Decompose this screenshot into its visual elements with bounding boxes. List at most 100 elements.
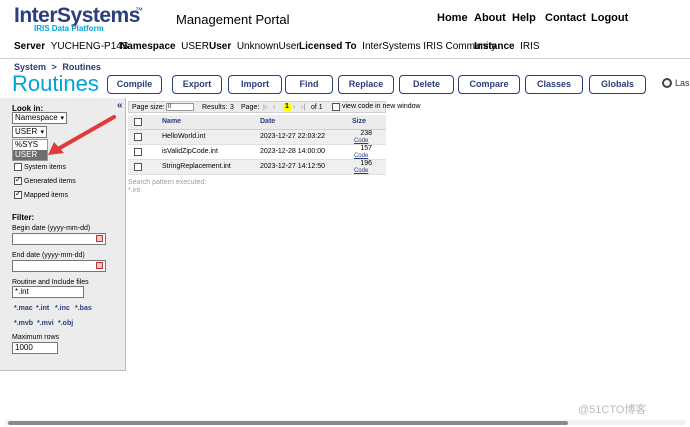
filter-label: Filter:: [12, 213, 35, 222]
routine-name: StringReplacement.int: [162, 159, 260, 175]
search-pattern-note: Search pattern executed: *.int: [128, 179, 206, 195]
routine-name: HelloWorld.int: [162, 129, 260, 145]
last-page-icon[interactable]: ›|: [301, 104, 305, 111]
system-items-label: System items: [24, 164, 67, 171]
server-info: Server YUCHENG-P14S: [14, 41, 129, 52]
table-row: HelloWorld.int 2023-12-27 22:03:22 238 C…: [128, 129, 386, 145]
generated-items-label: Generated items: [24, 178, 76, 185]
server-value: YUCHENG-P14S: [50, 41, 129, 52]
row-select-cell: [128, 159, 148, 175]
ext-inc-link[interactable]: *.inc: [55, 305, 70, 312]
classes-button[interactable]: Classes: [525, 75, 583, 94]
max-rows-input[interactable]: 1000: [12, 342, 58, 354]
nav-help-link[interactable]: Help: [512, 12, 536, 24]
calendar-icon[interactable]: [96, 235, 103, 242]
nav-logout-link[interactable]: Logout: [591, 12, 628, 24]
row-checkbox[interactable]: [134, 132, 142, 141]
nav-home-link[interactable]: Home: [437, 12, 468, 24]
user-info: User UnknownUser: [209, 41, 300, 52]
current-page[interactable]: 1: [283, 103, 291, 111]
name-column-header[interactable]: Name: [162, 115, 260, 130]
select-all-checkbox[interactable]: [134, 117, 142, 126]
spacer-cell: [148, 144, 162, 160]
max-rows-label: Maximum rows: [12, 334, 60, 341]
size-cell: 238 Code: [352, 129, 386, 145]
results-label: Results:: [202, 104, 228, 111]
select-all-cell: [128, 115, 148, 130]
namespace-info: Namespace USER: [120, 41, 209, 52]
portal-title: Management Portal: [176, 12, 290, 27]
routine-size: 238: [360, 129, 372, 137]
date-column-header[interactable]: Date: [260, 115, 352, 130]
view-code-new-window-label: view code in new window: [342, 103, 421, 110]
collapse-panel-icon[interactable]: «: [117, 100, 123, 111]
intersystems-logo: InterSystems ™ IRIS Data Platform: [14, 4, 144, 34]
row-checkbox[interactable]: [134, 147, 142, 156]
table-row: isValidZipCode.int 2023-12-28 14:00:00 1…: [128, 144, 386, 160]
prev-page-icon[interactable]: ‹: [273, 104, 275, 111]
ext-bas-link[interactable]: *.bas: [75, 305, 92, 312]
instance-value: IRIS: [520, 41, 540, 52]
search-pattern-value: *.int: [128, 187, 141, 194]
instance-label: Instance: [474, 41, 515, 52]
routine-date: 2023-12-27 22:03:22: [260, 129, 352, 145]
begin-date-input[interactable]: [12, 233, 106, 245]
page-title: Routines: [12, 71, 99, 96]
generated-items-checkbox[interactable]: [14, 175, 22, 185]
replace-button[interactable]: Replace: [338, 75, 394, 94]
logo-subtitle: IRIS Data Platform: [34, 24, 104, 33]
nav-about-link[interactable]: About: [474, 12, 506, 24]
ext-mvi-link[interactable]: *.mvi: [37, 320, 54, 327]
licensed-label: Licensed To: [299, 41, 357, 52]
annotation-arrow: [48, 115, 116, 155]
mapped-items-checkbox[interactable]: [14, 189, 22, 199]
system-items-checkbox[interactable]: [14, 163, 22, 171]
globals-button[interactable]: Globals: [589, 75, 646, 94]
page-size-label: Page size:: [132, 104, 165, 111]
spacer-header: [148, 115, 162, 130]
export-button[interactable]: Export: [172, 75, 222, 94]
page-of-label: of 1: [311, 104, 323, 111]
end-date-input[interactable]: [12, 260, 106, 272]
next-page-icon[interactable]: ›: [293, 104, 295, 111]
first-page-icon[interactable]: |‹: [263, 104, 267, 111]
namespace-label: Namespace: [120, 41, 176, 52]
view-code-link[interactable]: Code: [354, 168, 368, 174]
user-label: User: [209, 41, 232, 52]
ext-obj-link[interactable]: *.obj: [58, 320, 73, 327]
delete-button[interactable]: Delete: [399, 75, 454, 94]
calendar-icon[interactable]: [96, 262, 103, 269]
routine-files-label: Routine and Include files: [12, 279, 89, 286]
compare-button[interactable]: Compare: [458, 75, 520, 94]
compile-button[interactable]: Compile: [107, 75, 162, 94]
horizontal-scrollbar-thumb[interactable]: [8, 421, 568, 425]
results-count: 3: [230, 104, 234, 111]
table-row: StringReplacement.int 2023-12-27 14:12:5…: [128, 159, 386, 175]
view-code-link[interactable]: Code: [354, 138, 368, 144]
view-code-link[interactable]: Code: [354, 153, 368, 159]
routine-size: 196: [360, 159, 372, 167]
routine-name: isValidZipCode.int: [162, 144, 260, 160]
page-size-input[interactable]: 0: [166, 103, 194, 111]
routine-pattern-input[interactable]: *.int: [12, 286, 84, 298]
import-button[interactable]: Import: [228, 75, 282, 94]
ext-int-link[interactable]: *.int: [36, 305, 49, 312]
header-divider: [0, 58, 690, 59]
row-checkbox[interactable]: [134, 162, 142, 171]
server-label: Server: [14, 41, 46, 52]
user-value: UnknownUser: [236, 41, 300, 52]
instance-info: Instance IRIS: [474, 41, 540, 52]
view-code-new-window-checkbox[interactable]: [332, 103, 340, 111]
page-label: Page:: [241, 104, 260, 111]
spacer-cell: [148, 129, 162, 145]
refresh-icon: [662, 78, 672, 88]
ext-mvb-link[interactable]: *.mvb: [14, 320, 33, 327]
find-button[interactable]: Find: [285, 75, 333, 94]
routine-size: 157: [360, 144, 372, 152]
search-pattern-label: Search pattern executed:: [128, 179, 207, 186]
nav-contact-link[interactable]: Contact: [545, 12, 586, 24]
last-update-indicator[interactable]: Las: [662, 78, 690, 88]
size-column-header[interactable]: Size: [352, 115, 386, 130]
routine-date: 2023-12-27 14:12:50: [260, 159, 352, 175]
ext-mac-link[interactable]: *.mac: [14, 305, 33, 312]
